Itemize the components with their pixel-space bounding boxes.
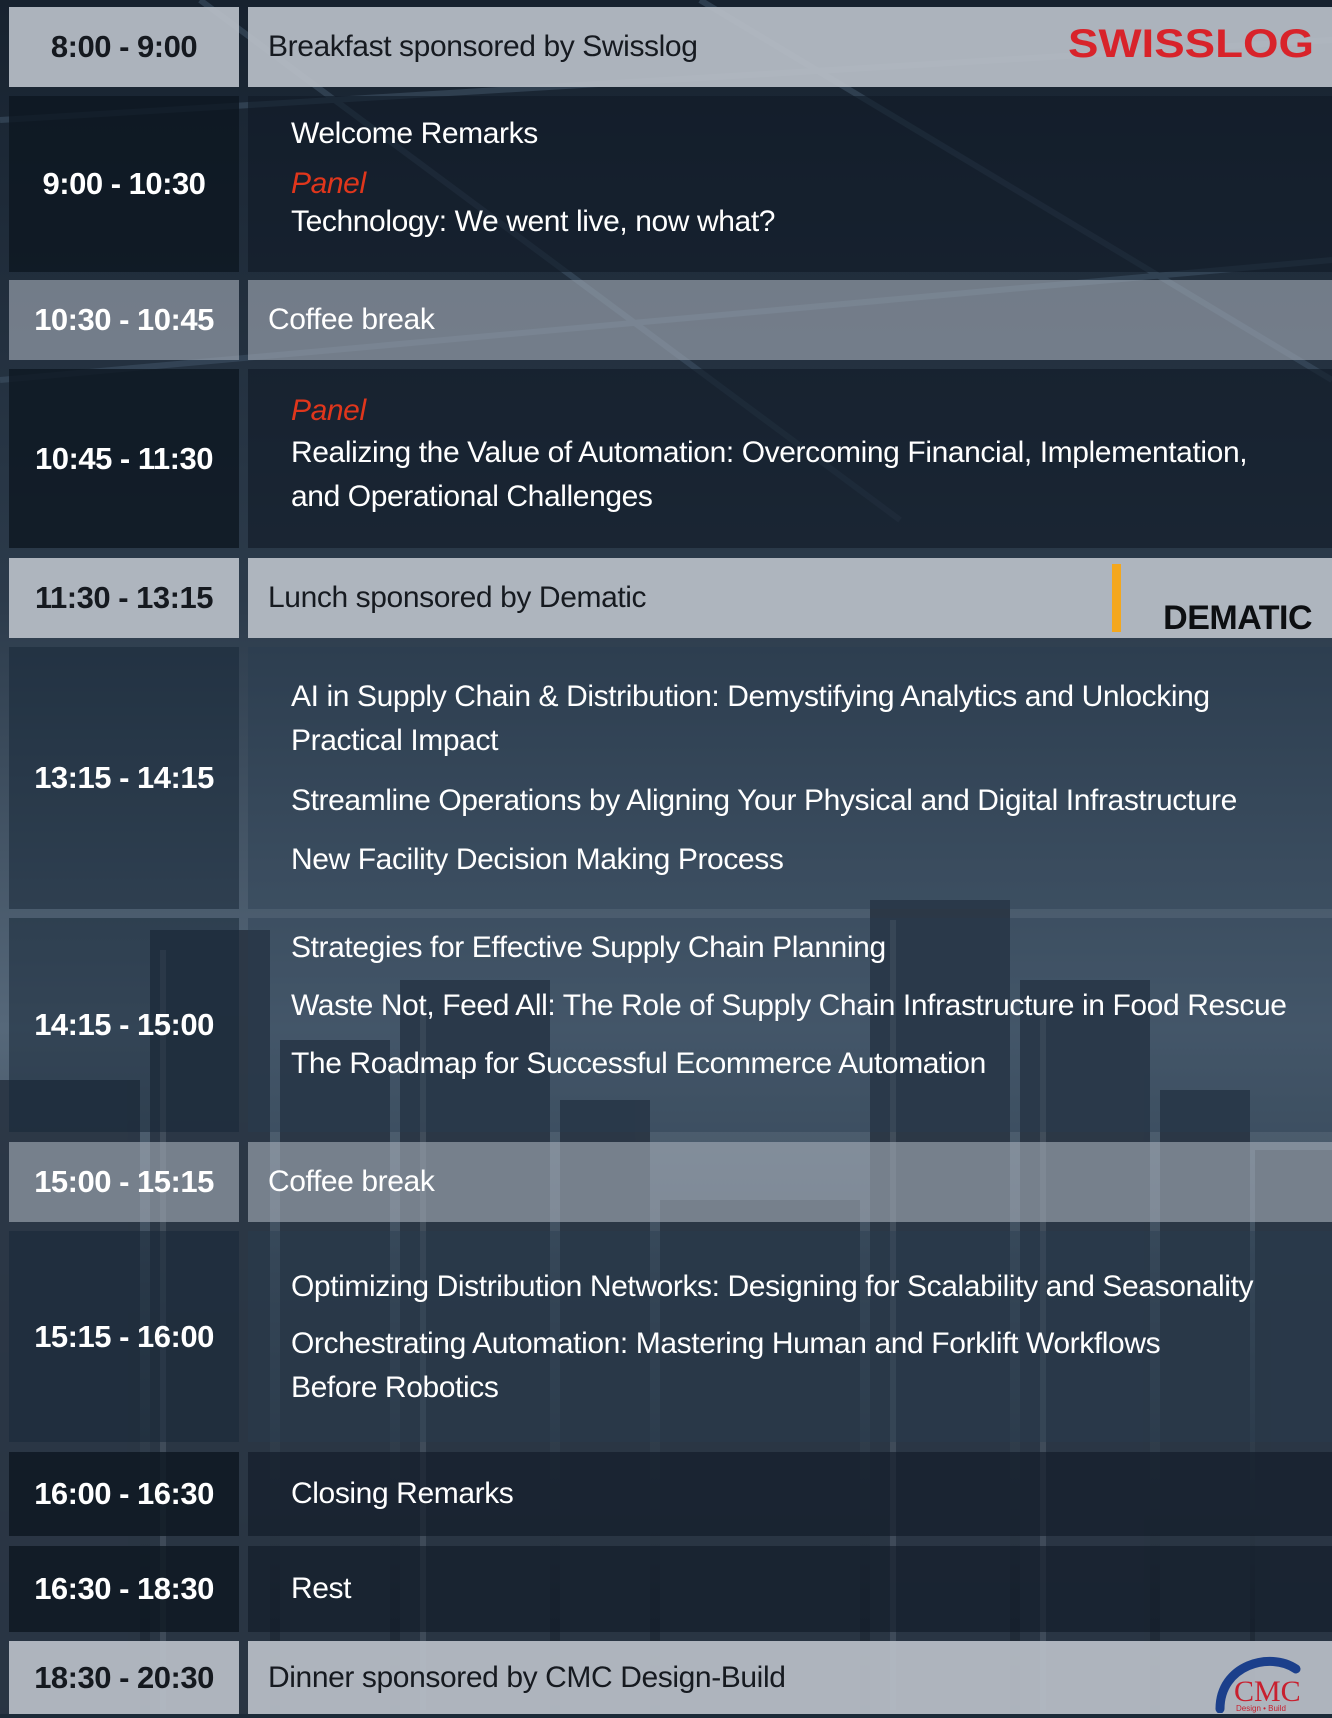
session-title-line-1: AI in Supply Chain & Distribution: Demys… <box>291 680 1210 713</box>
session-title-line-2: Before Robotics <box>291 1371 499 1404</box>
agenda-row-coffee-break: 15:00 - 15:15 Coffee break <box>0 1142 1332 1222</box>
time-slot: 9:00 - 10:30 <box>9 96 239 272</box>
session-title: New Facility Decision Making Process <box>291 843 784 876</box>
welcome-remarks: Welcome Remarks <box>291 117 538 150</box>
session-cell: AI in Supply Chain & Distribution: Demys… <box>248 647 1332 909</box>
agenda-row-automation-panel: 10:45 - 11:30 Panel Realizing the Value … <box>0 369 1332 548</box>
dinner-title: Dinner sponsored by CMC Design-Build <box>268 1660 786 1694</box>
session-cell: Welcome Remarks Panel Technology: We wen… <box>248 96 1332 272</box>
session-cell: Coffee break <box>248 280 1332 360</box>
panel-title-line-1: Realizing the Value of Automation: Overc… <box>291 436 1248 469</box>
session-title: The Roadmap for Successful Ecommerce Aut… <box>291 1047 986 1080</box>
agenda-row-lunch: 11:30 - 13:15 Lunch sponsored by Dematic… <box>0 558 1332 638</box>
time-slot: 14:15 - 15:00 <box>9 918 239 1132</box>
agenda-row-sessions-1415: 14:15 - 15:00 Strategies for Effective S… <box>0 918 1332 1132</box>
time-slot: 18:30 - 20:30 <box>9 1641 239 1714</box>
session-cell: Dinner sponsored by CMC Design-Build CMC… <box>248 1641 1332 1714</box>
session-list: Welcome Remarks Panel Technology: We wen… <box>291 112 1312 240</box>
session-cell: Optimizing Distribution Networks: Design… <box>248 1231 1332 1442</box>
session-title-line-2: Practical Impact <box>291 724 498 757</box>
panel-title-line-2: and Operational Challenges <box>291 480 653 513</box>
agenda-row-rest: 16:30 - 18:30 Rest <box>0 1546 1332 1632</box>
session-title: Strategies for Effective Supply Chain Pl… <box>291 931 886 964</box>
agenda-row-sessions-1315: 13:15 - 14:15 AI in Supply Chain & Distr… <box>0 647 1332 909</box>
dematic-logo-text: DEMATIC <box>1163 599 1312 637</box>
session-cell: Panel Realizing the Value of Automation:… <box>248 369 1332 548</box>
panel-title: Technology: We went live, now what? <box>291 205 776 238</box>
rest-title: Rest <box>291 1572 352 1605</box>
cmc-design-build-logo: CMC Design • Build <box>1210 1645 1310 1718</box>
time-slot: 16:30 - 18:30 <box>9 1546 239 1632</box>
coffee-break-title: Coffee break <box>268 303 435 336</box>
cmc-logo-subtext: Design • Build <box>1236 1704 1286 1713</box>
session-list: Panel Realizing the Value of Automation:… <box>291 391 1312 519</box>
time-slot: 8:00 - 9:00 <box>9 7 239 87</box>
agenda-row-sessions-1515: 15:15 - 16:00 Optimizing Distribution Ne… <box>0 1231 1332 1442</box>
cmc-logo-mark: CMC Design • Build <box>1215 1656 1301 1714</box>
swisslog-logo-mark: SWISSLOG <box>1068 22 1314 66</box>
closing-remarks-title: Closing Remarks <box>291 1477 514 1510</box>
session-cell: Closing Remarks <box>248 1452 1332 1536</box>
agenda-row-welcome: 9:00 - 10:30 Welcome Remarks Panel Techn… <box>0 96 1332 272</box>
session-title-line-1: Orchestrating Automation: Mastering Huma… <box>291 1327 1161 1360</box>
agenda-table: 8:00 - 9:00 Breakfast sponsored by Swiss… <box>0 0 1332 1714</box>
panel-tag: Panel <box>291 394 366 427</box>
time-slot: 10:30 - 10:45 <box>9 280 239 360</box>
lunch-title: Lunch sponsored by Dematic <box>268 581 647 614</box>
panel-tag: Panel <box>291 167 366 200</box>
dematic-logo: DEMATIC <box>1112 564 1312 637</box>
coffee-break-title: Coffee break <box>268 1165 435 1198</box>
time-slot: 15:15 - 16:00 <box>9 1231 239 1442</box>
agenda-row-dinner: 18:30 - 20:30 Dinner sponsored by CMC De… <box>0 1641 1332 1714</box>
session-list: Strategies for Effective Supply Chain Pl… <box>291 926 1312 1086</box>
agenda-row-closing-remarks: 16:00 - 16:30 Closing Remarks <box>0 1452 1332 1536</box>
agenda-row-coffee-break: 10:30 - 10:45 Coffee break <box>0 280 1332 360</box>
time-slot: 15:00 - 15:15 <box>9 1142 239 1222</box>
session-title: Streamline Operations by Aligning Your P… <box>291 784 1237 817</box>
session-list: AI in Supply Chain & Distribution: Demys… <box>291 675 1312 882</box>
swisslog-logo: SWISSLOG <box>1068 22 1316 68</box>
time-slot: 11:30 - 13:15 <box>9 558 239 638</box>
time-slot: 10:45 - 11:30 <box>9 369 239 548</box>
swisslog-logo-text: SWISSLOG <box>1068 23 1314 63</box>
session-title: Optimizing Distribution Networks: Design… <box>291 1270 1254 1303</box>
session-cell: Coffee break <box>248 1142 1332 1222</box>
session-cell: Lunch sponsored by Dematic DEMATIC <box>248 558 1332 638</box>
session-cell: Rest <box>248 1546 1332 1632</box>
session-cell: Breakfast sponsored by Swisslog SWISSLOG <box>248 7 1332 87</box>
session-title: Waste Not, Feed All: The Role of Supply … <box>291 989 1287 1022</box>
session-cell: Strategies for Effective Supply Chain Pl… <box>248 918 1332 1132</box>
dematic-accent-bar <box>1112 564 1121 632</box>
breakfast-title: Breakfast sponsored by Swisslog <box>268 30 698 63</box>
agenda-row-breakfast: 8:00 - 9:00 Breakfast sponsored by Swiss… <box>0 7 1332 87</box>
time-slot: 16:00 - 16:30 <box>9 1452 239 1536</box>
time-slot: 13:15 - 14:15 <box>9 647 239 909</box>
session-list: Optimizing Distribution Networks: Design… <box>291 1265 1312 1410</box>
